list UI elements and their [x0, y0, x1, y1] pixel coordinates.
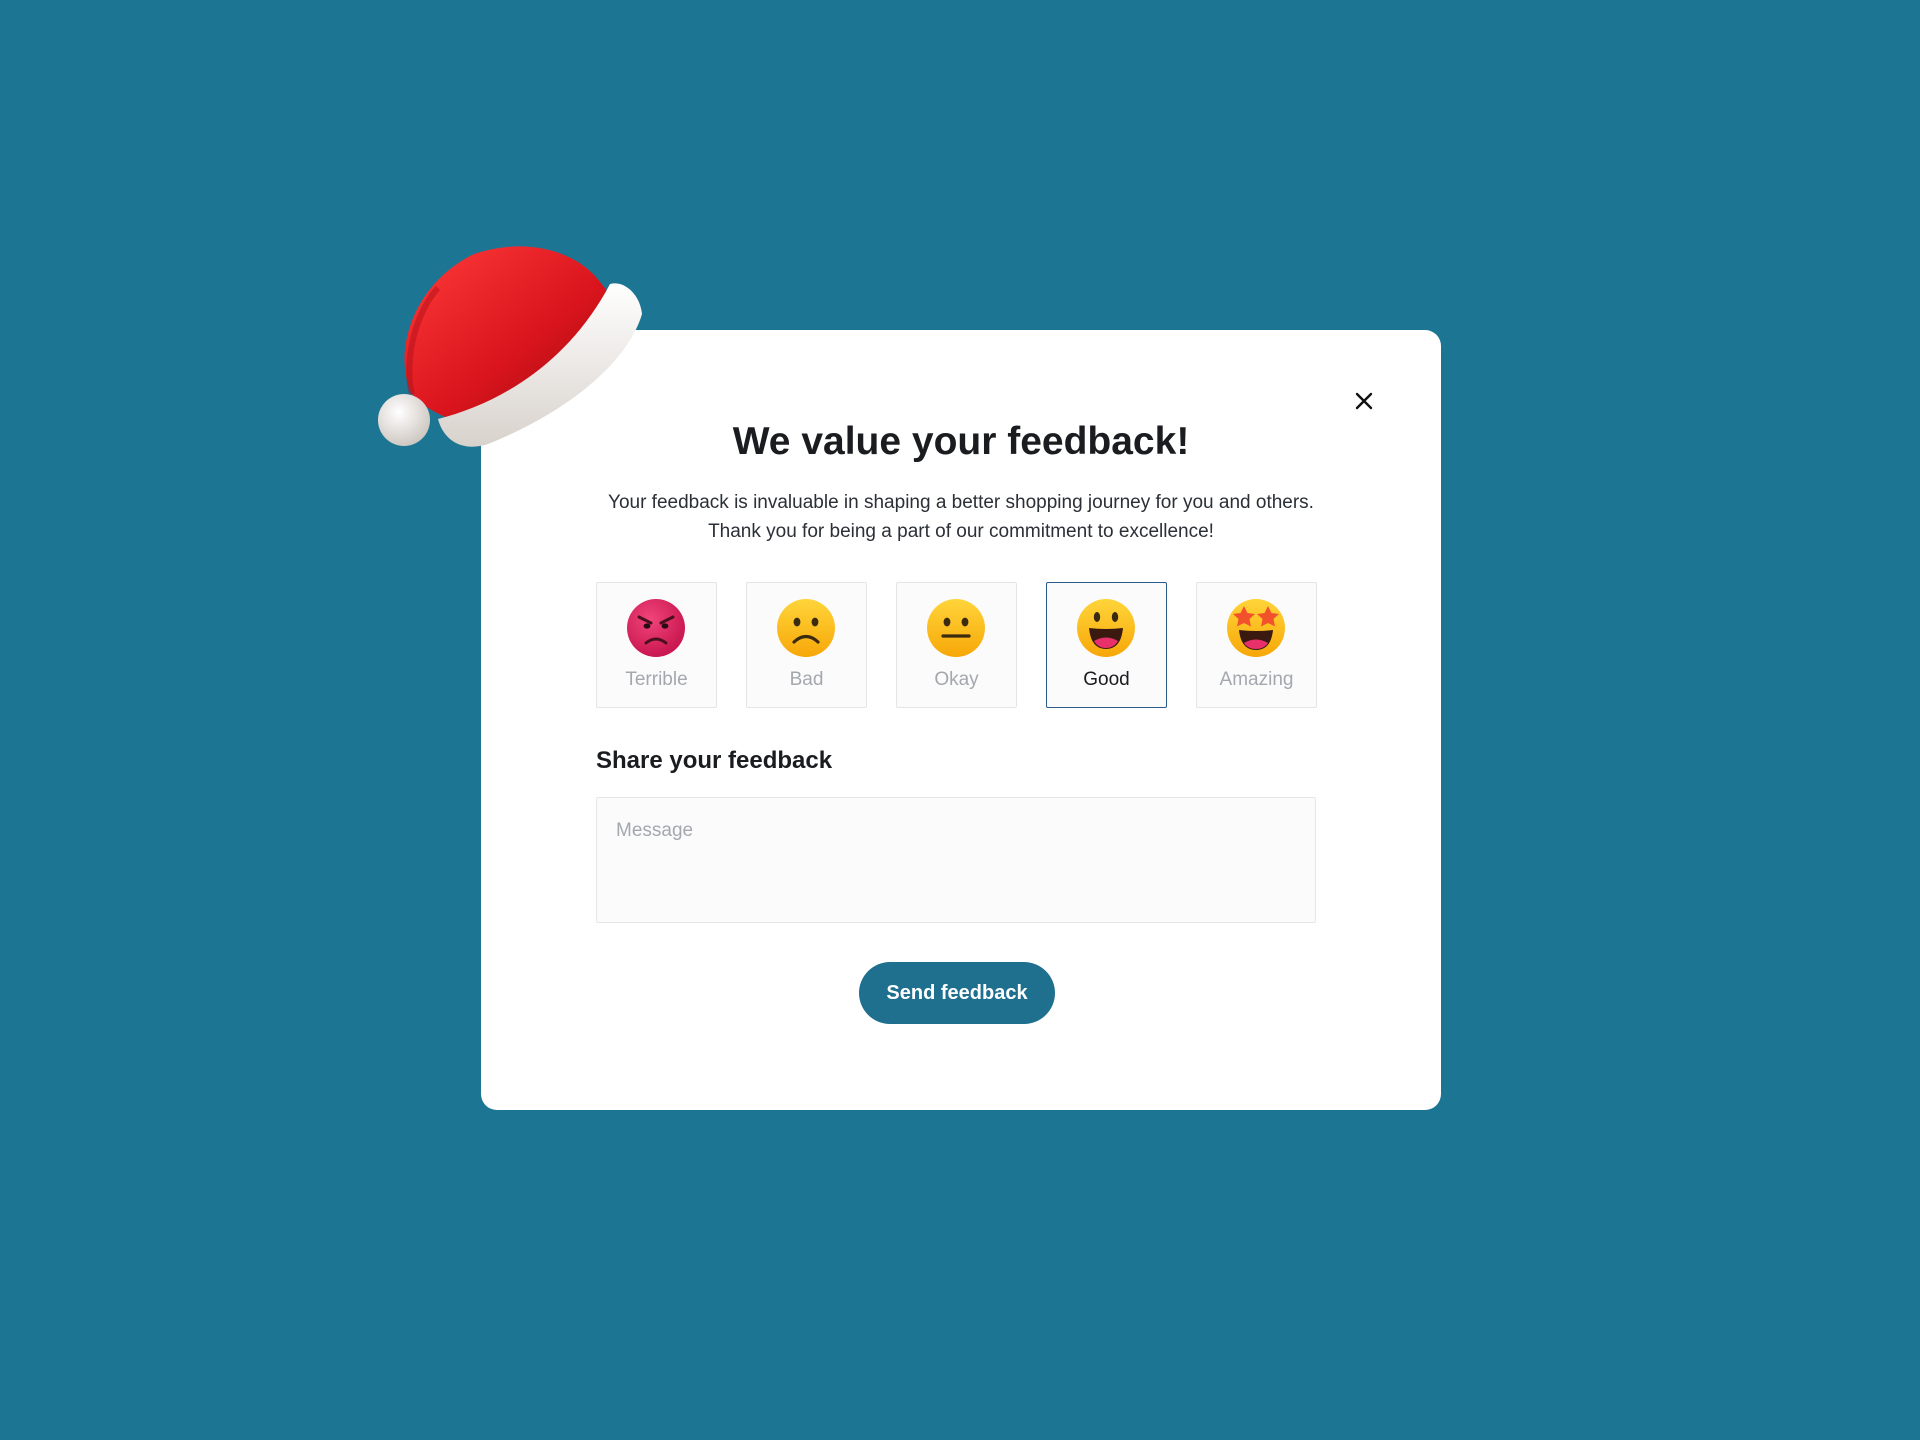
rating-options: Terrible Bad Okay Good Amazing — [596, 582, 1317, 708]
rating-option-okay[interactable]: Okay — [896, 582, 1017, 708]
angry-face-icon — [627, 599, 685, 657]
message-input[interactable] — [596, 797, 1316, 923]
frowning-face-icon — [777, 599, 835, 657]
modal-description: Your feedback is invaluable in shaping a… — [608, 492, 1314, 542]
rating-option-bad[interactable]: Bad — [746, 582, 867, 708]
neutral-face-icon — [927, 599, 985, 657]
modal-title: We value your feedback! — [732, 420, 1190, 463]
rating-option-terrible[interactable]: Terrible — [596, 582, 717, 708]
close-button[interactable] — [1349, 386, 1379, 416]
rating-label: Amazing — [1219, 669, 1294, 690]
send-feedback-button[interactable]: Send feedback — [859, 962, 1055, 1024]
feedback-modal: We value your feedback! Your feedback is… — [481, 330, 1441, 1110]
rating-label: Good — [1083, 669, 1130, 690]
rating-label: Okay — [934, 669, 979, 690]
rating-option-amazing[interactable]: Amazing — [1196, 582, 1317, 708]
close-icon — [1355, 392, 1373, 410]
rating-label: Terrible — [625, 669, 688, 690]
page-background: We value your feedback! Your feedback is… — [0, 0, 1920, 1440]
star-struck-face-icon — [1227, 599, 1285, 657]
rating-option-good[interactable]: Good — [1046, 582, 1167, 708]
grinning-face-icon — [1077, 599, 1135, 657]
rating-label: Bad — [789, 669, 824, 690]
feedback-heading: Share your feedback — [596, 747, 833, 774]
